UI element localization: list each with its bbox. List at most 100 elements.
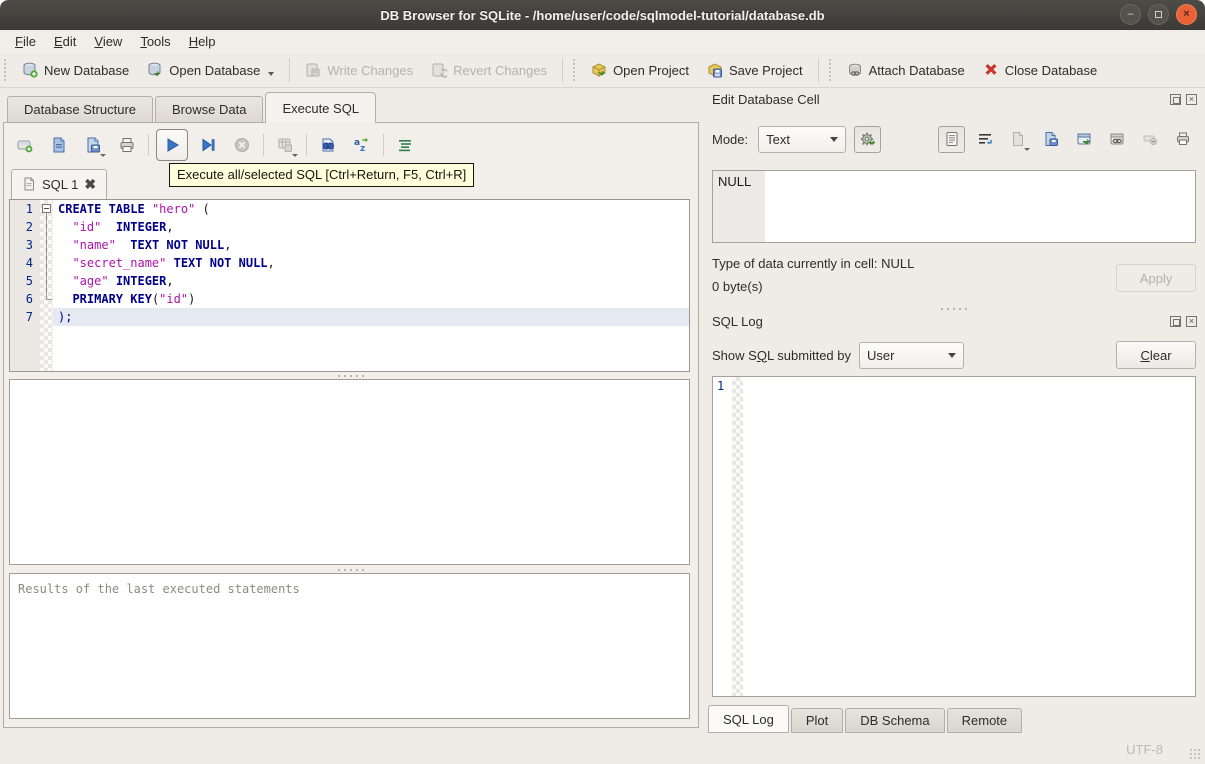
toolbar-separator [289, 58, 291, 82]
save-results-icon [276, 136, 294, 154]
code-area[interactable]: 1 CREATE TABLE "hero" (2 "id" INTEGER, 3 "… [10, 200, 689, 371]
menu-edit[interactable]: Edit [45, 32, 85, 51]
save-sql-dropdown-caret[interactable] [100, 154, 106, 157]
resize-grip[interactable] [1189, 748, 1201, 760]
execute-sql-panel: Database Structure Browse Data Execute S… [0, 88, 702, 735]
format-sql-button[interactable] [391, 131, 419, 159]
open-project-button[interactable]: Open Project [582, 58, 698, 82]
cell-editor[interactable]: NULL [712, 170, 1196, 243]
tab-browse-data[interactable]: Browse Data [155, 96, 264, 123]
sql1-tab[interactable]: SQL 1 ✖ [11, 169, 108, 199]
word-wrap-button[interactable] [971, 126, 998, 153]
open-database-button[interactable]: Open Database [138, 58, 283, 82]
maximize-icon [1155, 11, 1162, 18]
open-in-external-icon [1076, 131, 1092, 147]
close-database-button[interactable]: Close Database [974, 58, 1107, 82]
open-project-label: Open Project [613, 62, 689, 78]
tab-execute-sql[interactable]: Execute SQL [265, 92, 377, 123]
copy-link-button[interactable] [1103, 126, 1130, 153]
sql-log-view[interactable]: 1 [712, 376, 1196, 697]
editor-splitter[interactable] [4, 373, 698, 378]
menu-help[interactable]: Help [180, 32, 225, 51]
execute-all-button[interactable] [156, 129, 188, 161]
save-results-button [271, 131, 299, 159]
right-dock-area: Edit Database Cell × Mode: Text NULL Typ… [702, 88, 1205, 735]
print-cell-button[interactable] [1169, 126, 1196, 153]
code-line: 6 PRIMARY KEY("id") [25, 290, 196, 306]
edit-cell-toolbar: Mode: Text [712, 124, 1196, 154]
dock-splitter[interactable] [712, 306, 1196, 311]
new-sql-tab-button[interactable] [11, 131, 39, 159]
open-database-dropdown-caret[interactable] [268, 72, 275, 76]
sql-file-icon [22, 177, 36, 191]
execute-line-button[interactable] [194, 131, 222, 159]
main-area: Database Structure Browse Data Execute S… [0, 88, 1205, 735]
apply-auto-button[interactable] [854, 125, 882, 153]
menu-file[interactable]: File [6, 32, 45, 51]
new-database-button[interactable]: New Database [13, 58, 138, 82]
results-splitter[interactable] [4, 567, 698, 572]
sql-log-close-icon[interactable]: × [1186, 316, 1197, 327]
toolbar-drag-handle[interactable] [572, 58, 578, 82]
edit-cell-dock-titlebar: Edit Database Cell × [712, 92, 1197, 107]
code-line: 2 "id" INTEGER, [25, 218, 174, 236]
save-sql-file-button[interactable] [79, 131, 107, 159]
edit-cell-close-icon[interactable]: × [1186, 94, 1197, 105]
results-grid-pane[interactable] [9, 379, 690, 565]
open-sql-file-button[interactable] [45, 131, 73, 159]
attach-database-icon [847, 62, 863, 78]
main-toolbar: New Database Open Database Write Changes… [0, 53, 1205, 88]
print-sql-button[interactable] [113, 131, 141, 159]
word-wrap-icon [977, 131, 993, 147]
menu-tools[interactable]: Tools [131, 32, 179, 51]
sql1-tab-close-icon[interactable]: ✖ [84, 177, 96, 191]
import-dropdown-caret [1024, 147, 1030, 151]
tab-remote[interactable]: Remote [946, 708, 1023, 733]
tab-sql-log[interactable]: SQL Log [708, 705, 789, 733]
tab-db-schema[interactable]: DB Schema [845, 708, 945, 733]
code-line: 5 "age" INTEGER, [25, 272, 174, 290]
code-line: 3 "name" TEXT NOT NULL, [25, 236, 232, 254]
cell-type-info: Type of data currently in cell: NULL [712, 256, 915, 271]
minimize-button[interactable]: – [1120, 4, 1141, 25]
open-project-icon [591, 62, 607, 78]
toolbar-drag-handle[interactable] [3, 58, 8, 82]
dock-tab-bar: SQL Log Plot DB Schema Remote [708, 705, 1024, 733]
write-changes-label: Write Changes [327, 62, 414, 78]
gear-icon [859, 130, 877, 148]
sql-log-float-icon[interactable] [1170, 316, 1181, 327]
toolbar-drag-handle[interactable] [827, 58, 833, 82]
toolbar-separator [562, 58, 564, 82]
main-tab-bar: Database Structure Browse Data Execute S… [7, 92, 378, 123]
chevron-down-icon [830, 136, 839, 142]
auto-complete-button[interactable]: az [348, 131, 376, 159]
menu-view[interactable]: View [85, 32, 131, 51]
attach-database-button[interactable]: Attach Database [838, 58, 974, 82]
execute-line-icon [199, 136, 217, 154]
menubar: File Edit View Tools Help [0, 30, 1205, 53]
tab-plot[interactable]: Plot [790, 708, 844, 733]
save-results-dropdown-caret [292, 154, 298, 157]
close-database-icon [983, 62, 999, 78]
log-filter-combo[interactable]: User [859, 341, 964, 369]
save-project-button[interactable]: Save Project [698, 58, 812, 82]
export-save-icon [1043, 131, 1059, 147]
tab-database-structure[interactable]: Database Structure [7, 96, 154, 123]
open-in-external-button[interactable] [1070, 126, 1097, 153]
clear-log-button[interactable]: Clear [1116, 341, 1196, 369]
app-window: DB Browser for SQLite - /home/user/code/… [0, 0, 1205, 764]
maximize-button[interactable] [1148, 4, 1169, 25]
execute-all-icon [163, 136, 181, 154]
find-replace-button[interactable] [314, 131, 342, 159]
sql-editor[interactable]: 1 CREATE TABLE "hero" (2 "id" INTEGER, 3 "… [9, 199, 690, 372]
sql-toolbar-separator [306, 134, 307, 156]
sql-toolbar-separator [383, 134, 384, 156]
mode-combo[interactable]: Text [758, 125, 847, 153]
titlebar[interactable]: DB Browser for SQLite - /home/user/code/… [0, 0, 1205, 30]
export-cell-button[interactable] [1037, 126, 1064, 153]
close-button[interactable]: × [1176, 4, 1197, 25]
results-message-pane[interactable]: Results of the last executed statements [9, 573, 690, 719]
text-mode-button[interactable] [938, 125, 965, 153]
import-cell-button [1004, 126, 1031, 153]
edit-cell-float-icon[interactable] [1170, 94, 1181, 105]
